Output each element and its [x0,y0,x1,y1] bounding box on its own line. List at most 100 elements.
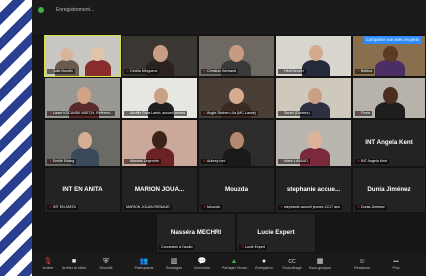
title-bar: Enregistrement... [32,0,426,34]
polls-button[interactable]: ▥ Sondages [162,258,186,270]
participant-display-name: Lucie Expert [257,229,295,237]
mic-muted-icon: ✕ [357,69,361,73]
participant-display-name: Dunia Jiménez [367,186,411,194]
participant-display-name: MARION JOUA... [134,186,185,194]
participant-name: ✕INT EN ANITA [47,205,78,210]
security-shield-icon[interactable] [38,7,44,13]
mic-muted-icon: ✕ [241,245,245,249]
mic-muted-icon: ✕ [49,111,53,115]
participant-display-name: stephanie accue... [286,186,341,194]
participant-name: ✕Manaris Legendre [124,159,161,164]
participant-tile[interactable]: MARION JOUA... MARION JOUAN RENAUD [121,167,198,213]
participant-tile[interactable]: INT Angela Kent ✕INT Angela Kent [352,119,426,167]
participant-tile[interactable]: ✕Fiona [352,77,426,119]
participant-tile[interactable]: ✕Angie Séchen Lila (MC-Lance) [198,77,275,119]
participant-tile[interactable]: Nasséra MECHRI Connexion à l'audio [156,213,236,253]
participant-name: ✕Cécilia Mingueux [124,69,160,74]
polls-icon: ▥ [170,258,178,265]
participant-tile[interactable]: ✕Aubrey lord [198,119,275,167]
participant-name: ✕Julie Boudin [47,69,75,74]
participant-tile[interactable]: ✕Marie LAVAUD [275,119,352,167]
participant-tile[interactable]: Lucie Expert ✕Lucie Expert [236,213,316,253]
more-button[interactable]: ••• Plus [384,258,408,270]
participant-tile[interactable]: ✕Emilie Edang [44,119,121,167]
participant-display-name: Nasséra MECHRI [170,229,222,237]
participant-name: MARION JOUAN RENAUD [124,205,172,210]
more-icon: ••• [393,259,399,265]
share-screen-button[interactable]: ▲ Partager l'écran [222,258,247,270]
security-icon: ⛨ [103,258,109,265]
record-icon: ● [261,258,267,265]
mic-muted-icon: ✕ [203,111,207,115]
participants-icon: 👥 [139,258,149,265]
meeting-toolbar: 🎙 Activer ■ Arrêter la vidéo ⛨ Sécurité … [32,254,426,276]
participant-tile[interactable]: Dunia Jiménez ✕Dunia Jiménez [352,167,426,213]
participant-tile[interactable]: stephanie accue... ✕stephanie accueil je… [275,167,352,213]
participant-name: ✕Lucie Expert [239,245,267,250]
chat-icon: 💬 [197,258,207,265]
mic-muted-icon: ✕ [49,159,53,163]
security-button[interactable]: ⛨ Sécurité [94,258,118,270]
view-button[interactable]: Composer vue avec en plein [362,36,422,44]
participant-name: ✕Christian Bertrand [201,69,238,74]
participant-tile[interactable]: ✕Cécilia Mingueux [121,35,198,77]
participant-name: ✕Sarah (Conteur) [278,111,312,116]
mic-muted-icon: ✕ [126,111,130,115]
mic-muted-icon: ✕ [49,205,53,209]
mic-muted-icon: ✕ [126,69,130,73]
captions-icon: CC [288,259,296,265]
participant-name: ✕Angie Séchen Lila (MC-Lance) [201,111,258,116]
mic-muted-icon: ✕ [280,69,284,73]
mic-muted-icon: ✕ [280,111,284,115]
participant-name: ✕Aubrey lord [201,159,228,164]
mic-muted-icon: ✕ [203,205,207,209]
participant-display-name: Mouzda [224,186,249,194]
participant-name: ✕Hédi Bernier [278,69,306,74]
participant-name: ✕Aurélie Paris Lamb, accueil jeunes [124,111,188,116]
participant-name: ✕Dunia Jiménez [355,205,387,210]
stop-video-button[interactable]: ■ Arrêter la vidéo [62,258,86,270]
participant-name: ✕Emilie Edang [47,159,77,164]
reactions-button[interactable]: ☺ Réactions [350,258,374,270]
participant-tile[interactable]: INT EN ANITA ✕INT EN ANITA [44,167,121,213]
participant-name: ✕Marie LAVAUD [278,159,310,164]
participant-display-name: INT Angela Kent [365,139,413,147]
participant-name: ✕Laure KOCINSKI WATCH, Référent... [47,111,115,116]
participant-name: ✕Bettina [355,69,375,74]
mic-muted-icon: ✕ [357,159,361,163]
participant-tile[interactable]: ✕Hédi Bernier [275,35,352,77]
share-screen-icon: ▲ [230,258,238,265]
participant-tile[interactable]: Mouzda ✕Mouzda [198,167,275,213]
mic-muted-icon: ✕ [357,205,361,209]
reactions-icon: ☺ [358,258,366,265]
breakout-icon: ▦ [316,258,324,265]
participant-name: ✕stephanie accueil jeunes 11/17 ans [278,205,342,210]
unmute-button[interactable]: 🎙 Activer [36,258,60,270]
record-button[interactable]: ● Enregistrer [252,258,276,270]
captions-button[interactable]: CC Sous-titrage [280,258,304,270]
mic-muted-icon: ✕ [357,111,361,115]
mic-muted-icon: ✕ [49,69,53,73]
mic-muted-icon: ✕ [126,159,130,163]
video-icon: ■ [71,258,77,265]
breakout-rooms-button[interactable]: ▦ Sous-groupes [308,258,332,270]
window-title: Enregistrement... [56,7,95,13]
mic-muted-icon: ✕ [280,205,284,209]
participant-tile[interactable]: ✕Julie Boudin [44,35,121,77]
chat-button[interactable]: 💬 Converser [190,258,214,270]
participant-tile[interactable]: ✕Aurélie Paris Lamb, accueil jeunes [121,77,198,119]
participant-name: ✕Fiona [355,111,373,116]
participants-button[interactable]: 👥 Participants [132,258,156,270]
mic-muted-icon: ✕ [280,159,284,163]
audio-connection-status: Connexion à l'audio [159,245,195,250]
participant-tile[interactable]: ✕Christian Bertrand [198,35,275,77]
participant-tile[interactable]: ✕Laure KOCINSKI WATCH, Référent... [44,77,121,119]
participant-display-name: INT EN ANITA [62,186,103,194]
mic-muted-icon: ✕ [203,159,207,163]
zoom-window: Enregistrement... Composer vue avec en p… [32,0,426,276]
participant-name: ✕INT Angela Kent [355,159,390,164]
participant-tile[interactable]: ✕Sarah (Conteur) [275,77,352,119]
participant-tile[interactable]: ✕Manaris Legendre [121,119,198,167]
mic-muted-icon: ✕ [203,69,207,73]
mic-muted-icon: 🎙 [43,258,53,265]
